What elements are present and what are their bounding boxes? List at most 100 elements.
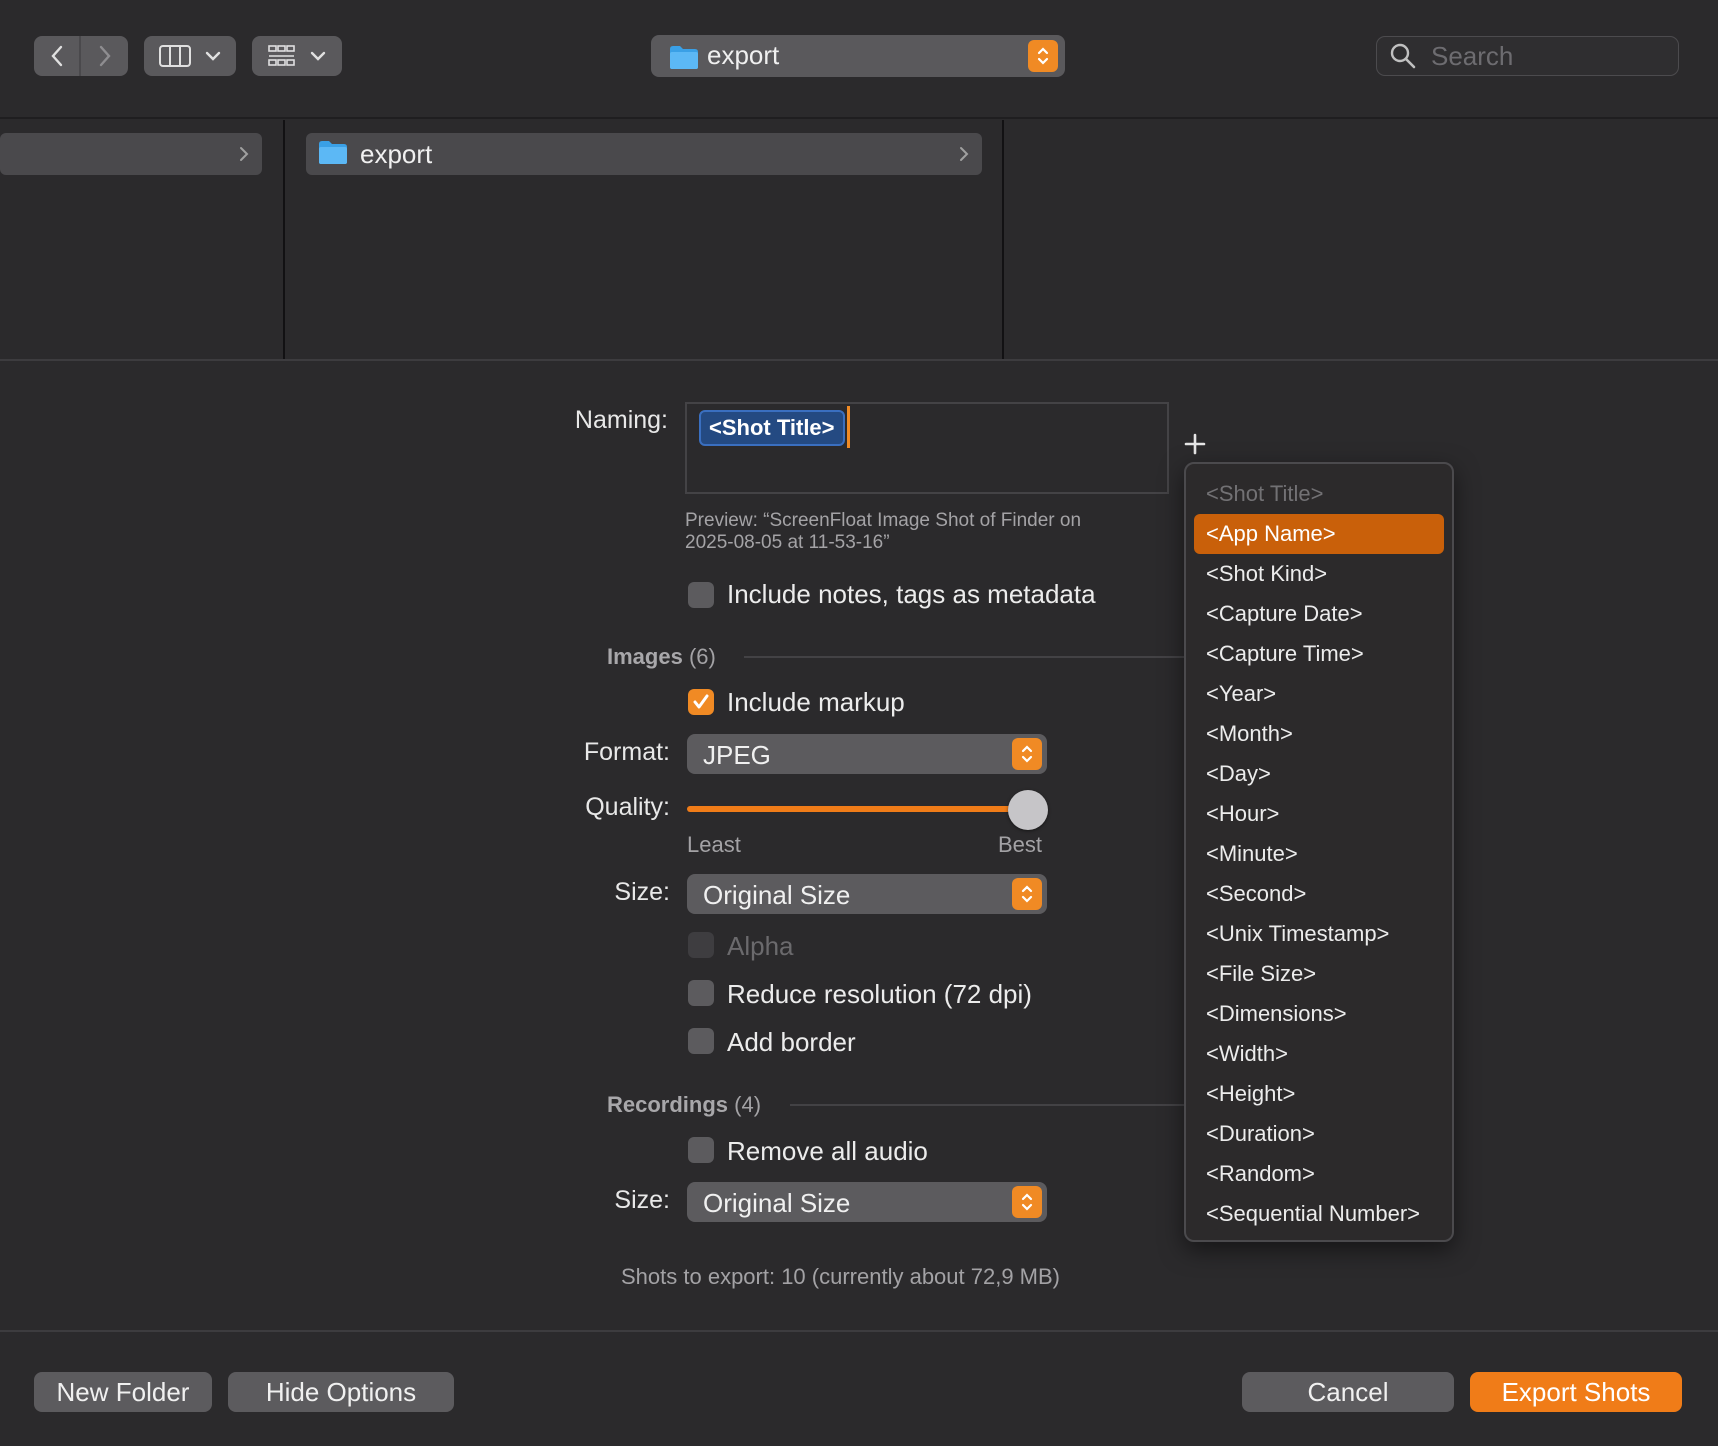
checkmark-icon [693,694,709,709]
token-menu-item[interactable]: <Capture Date> [1194,594,1444,634]
images-section-title: Images [607,644,683,669]
recording-size-label: Size: [614,1186,670,1214]
token-menu-item[interactable]: <Capture Time> [1194,634,1444,674]
alpha-label: Alpha [727,931,794,961]
folder-icon [669,44,699,75]
folder-label: export [360,138,433,169]
quality-min-label: Least [687,832,741,857]
token-menu-item[interactable]: <Month> [1194,714,1444,754]
hide-options-button[interactable]: Hide Options [228,1372,454,1412]
grid-icon [268,45,295,66]
chevron-right-icon [240,147,249,161]
column-divider [283,120,285,360]
image-size-value: Original Size [703,880,851,910]
group-by-button[interactable] [252,36,342,76]
new-folder-button[interactable]: New Folder [34,1372,212,1412]
remove-audio-checkbox[interactable] [688,1137,714,1163]
quality-slider-track[interactable] [687,806,1027,812]
size-label: Size: [614,878,670,906]
add-border-checkbox[interactable] [688,1028,714,1054]
toolbar-divider [0,117,1718,119]
folder-icon [318,139,348,170]
token-menu-item[interactable]: <Year> [1194,674,1444,714]
token-menu-item[interactable]: <Minute> [1194,834,1444,874]
add-token-button[interactable] [1183,432,1207,461]
include-markup-checkbox[interactable] [688,689,714,715]
token-menu-item[interactable]: <Dimensions> [1194,994,1444,1034]
token-menu-item[interactable]: <File Size> [1194,954,1444,994]
export-summary-text: Shots to export: 10 (currently about 72,… [621,1264,1061,1289]
format-select[interactable]: JPEG [687,734,1047,774]
export-shots-button[interactable]: Export Shots [1470,1372,1682,1412]
column2-folder-row[interactable]: export [306,133,982,175]
column-divider [1002,120,1004,360]
token-menu-item[interactable]: <Shot Title> [1194,474,1444,514]
quality-slider-thumb[interactable] [1008,790,1048,830]
remove-audio-label: Remove all audio [727,1136,928,1166]
location-label: export [707,40,780,70]
columns-view-icon [159,45,191,67]
view-mode-button[interactable] [144,36,236,76]
alpha-checkbox[interactable] [688,932,714,958]
chevron-down-icon [310,51,326,61]
quality-label: Quality: [585,793,670,821]
search-placeholder: Search [1431,40,1514,71]
column1-selected-row[interactable] [0,133,262,175]
format-value: JPEG [703,740,771,770]
chevron-down-icon [205,51,221,61]
search-field[interactable]: Search [1376,36,1679,76]
token-menu: <Shot Title> <App Name> <Shot Kind> <Captur… [1184,462,1454,1242]
reduce-resolution-checkbox[interactable] [688,980,714,1006]
token-menu-item[interactable]: <Shot Kind> [1194,554,1444,594]
include-metadata-checkbox[interactable] [688,582,714,608]
include-markup-label: Include markup [727,687,905,717]
token-menu-item[interactable]: <Random> [1194,1154,1444,1194]
updown-arrows-icon [1012,1186,1042,1218]
section-rule [744,656,1184,658]
updown-arrows-icon [1012,738,1042,770]
token-menu-item[interactable]: <Duration> [1194,1114,1444,1154]
token-menu-item[interactable]: <Hour> [1194,794,1444,834]
back-button[interactable] [34,36,81,76]
recording-size-select[interactable]: Original Size [687,1182,1047,1222]
recordings-section-title: Recordings [607,1092,729,1117]
token-menu-item[interactable]: <App Name> [1194,514,1444,554]
recordings-count: (4) [734,1092,762,1117]
token-menu-item[interactable]: <Unix Timestamp> [1194,914,1444,954]
add-border-label: Add border [727,1027,856,1057]
token-chip[interactable]: <Shot Title> [699,410,845,446]
images-section-header: Images (6) [607,644,716,670]
plus-icon [1184,433,1206,455]
text-cursor [847,406,850,448]
browser-divider [0,359,1718,361]
chevron-right-icon [960,147,969,161]
token-menu-item[interactable]: <Width> [1194,1034,1444,1074]
token-menu-item[interactable]: <Sequential Number> [1194,1194,1444,1234]
token-menu-item[interactable]: <Height> [1194,1074,1444,1114]
format-label: Format: [583,738,670,766]
location-popup[interactable]: export [651,35,1065,77]
naming-label: Naming: [574,406,668,434]
naming-preview: Preview: “ScreenFloat Image Shot of Find… [685,510,1081,554]
preview-line-1: Preview: “ScreenFloat Image Shot of Find… [685,510,1082,531]
quality-max-label: Best [998,832,1043,857]
search-icon [1390,43,1416,69]
token-menu-item[interactable]: <Day> [1194,754,1444,794]
updown-arrows-icon [1028,40,1058,72]
section-rule [790,1104,1184,1106]
token-menu-item[interactable]: <Second> [1194,874,1444,914]
images-count: (6) [688,644,716,669]
recordings-section-header: Recordings (4) [607,1092,761,1118]
image-size-select[interactable]: Original Size [687,874,1047,914]
bottom-divider [0,1330,1718,1332]
cancel-button[interactable]: Cancel [1242,1372,1454,1412]
nav-buttons [34,36,128,76]
chevron-right-icon [99,45,111,67]
chevron-left-icon [50,45,62,67]
naming-token-field[interactable]: <Shot Title> [685,402,1169,494]
recording-size-value: Original Size [703,1188,851,1218]
updown-arrows-icon [1012,878,1042,910]
include-metadata-label: Include notes, tags as metadata [727,579,1096,609]
forward-button[interactable] [81,36,128,76]
reduce-resolution-label: Reduce resolution (72 dpi) [727,979,1032,1009]
